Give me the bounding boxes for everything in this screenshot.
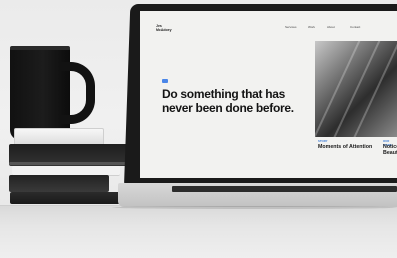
card-title[interactable]: Notice Beaut bbox=[383, 144, 397, 156]
laptop-keyboard bbox=[172, 186, 397, 192]
book-bottom bbox=[10, 192, 124, 204]
building-photo[interactable] bbox=[315, 41, 397, 137]
laptop-shadow bbox=[112, 206, 397, 209]
nav-item-contact[interactable]: Contact bbox=[350, 25, 360, 29]
mug-handle bbox=[60, 62, 95, 124]
mug-rim bbox=[10, 46, 70, 50]
desk-surface bbox=[0, 205, 397, 258]
nav-item-work[interactable]: Work bbox=[308, 25, 315, 29]
card-label: STORY bbox=[318, 139, 328, 143]
headline-badge bbox=[162, 79, 168, 83]
site-logo-line2: McAdoey bbox=[156, 28, 172, 32]
book-spine-stripe bbox=[9, 162, 129, 165]
laptop-screen: Jes McAdoey Services Work About Contact … bbox=[140, 11, 397, 178]
nav-item-about[interactable]: About bbox=[327, 25, 335, 29]
photo-scene: Jes McAdoey Services Work About Contact … bbox=[0, 0, 397, 258]
hero-headline: Do something that has never been done be… bbox=[162, 87, 294, 115]
card-title[interactable]: Moments of Attention bbox=[318, 144, 382, 150]
nav-item-services[interactable]: Services bbox=[285, 25, 297, 29]
site-logo[interactable]: Jes McAdoey bbox=[156, 24, 172, 32]
book-dark bbox=[9, 175, 109, 192]
